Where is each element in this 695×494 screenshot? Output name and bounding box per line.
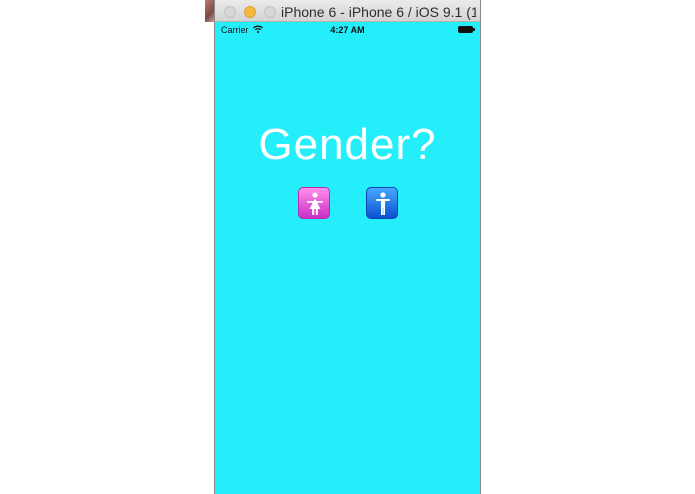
female-button[interactable] [298, 187, 330, 219]
simulator-window: iPhone 6 - iPhone 6 / iOS 9.1 (1 Carrier… [214, 0, 481, 494]
battery-icon [458, 26, 475, 33]
mens-symbol-icon [376, 192, 390, 215]
status-time: 4:27 AM [330, 25, 365, 35]
male-button[interactable] [366, 187, 398, 219]
close-window-button[interactable] [224, 6, 236, 18]
gender-question-label: Gender? [258, 120, 437, 169]
minimize-window-button[interactable] [244, 6, 256, 18]
phone-screen: Carrier 4:27 AM Gender? [215, 22, 480, 494]
window-title: iPhone 6 - iPhone 6 / iOS 9.1 (1 [281, 4, 476, 20]
womens-symbol-icon [307, 192, 323, 215]
zoom-window-button[interactable] [264, 6, 276, 18]
title-bar[interactable]: iPhone 6 - iPhone 6 / iOS 9.1 (1 [215, 0, 480, 22]
status-bar: Carrier 4:27 AM [215, 22, 480, 38]
